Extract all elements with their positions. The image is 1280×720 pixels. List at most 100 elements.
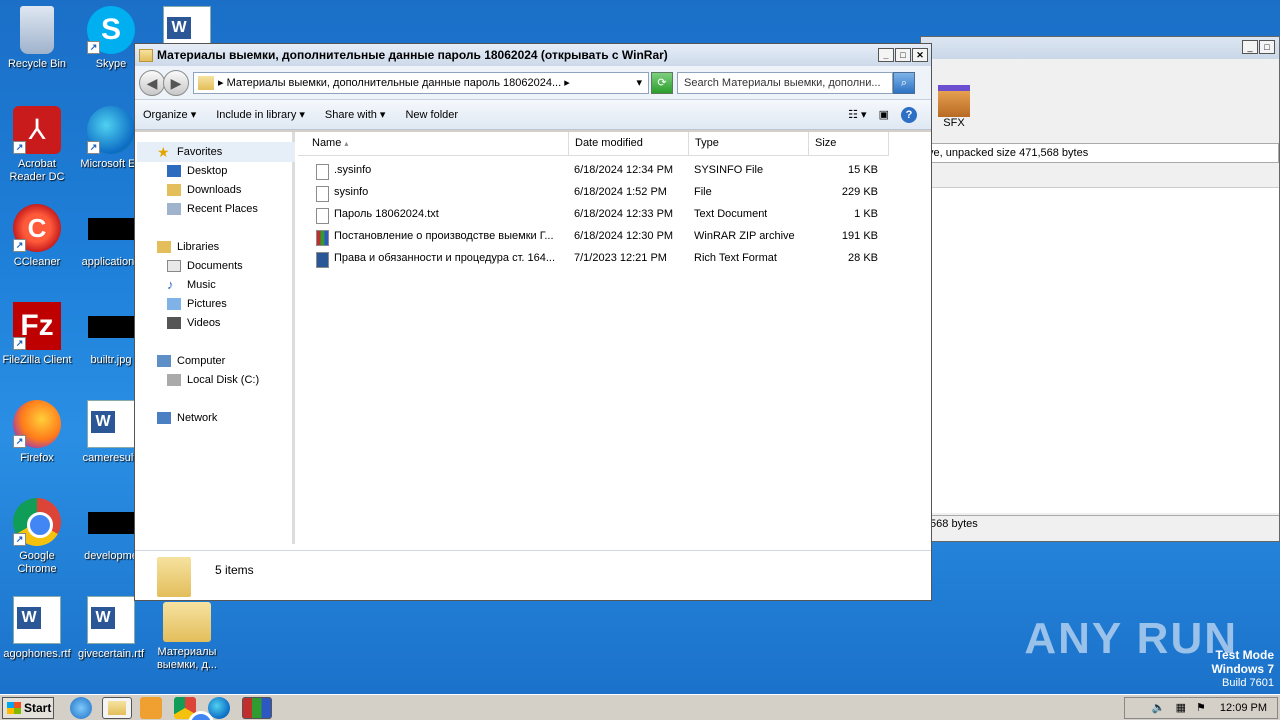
nav-recent-places[interactable]: Recent Places <box>167 201 258 217</box>
music-icon: ♪ <box>167 277 174 292</box>
desktop-icon-chrome[interactable]: ↗ Google Chrome <box>0 498 74 576</box>
window-title: Материалы выемки, дополнительные данные … <box>157 48 668 62</box>
nav-label: Pictures <box>187 298 227 310</box>
refresh-button[interactable]: ⟳ <box>651 71 673 94</box>
nav-downloads[interactable]: Downloads <box>167 182 241 198</box>
explorer-taskbar-button[interactable] <box>102 696 132 719</box>
back-button[interactable]: ◀ <box>139 69 165 96</box>
column-header-type[interactable]: Type <box>689 132 809 156</box>
network-tray-icon[interactable]: ▦ <box>1176 701 1186 714</box>
drive-icon <box>167 374 181 386</box>
file-date: 6/18/2024 1:52 PM <box>574 186 667 198</box>
explorer-titlebar[interactable]: Материалы выемки, дополнительные данные … <box>135 44 931 66</box>
change-view-icon[interactable]: ☷ ▾ <box>848 108 866 121</box>
nav-label: Desktop <box>187 165 228 177</box>
file-row[interactable]: Постановление о производстве выемки Г...… <box>298 226 931 248</box>
maximize-button[interactable]: □ <box>895 48 911 62</box>
nav-label: Recent Places <box>187 203 258 215</box>
search-input[interactable]: Search Материалы выемки, дополни... <box>677 71 893 94</box>
winrar-taskbar-icon[interactable] <box>242 696 272 719</box>
media-player-icon[interactable] <box>140 696 162 719</box>
desktop-icon-recycle-bin[interactable]: Recycle Bin <box>0 6 74 71</box>
organize-button[interactable]: Organize ▾ <box>143 108 196 121</box>
documents-icon <box>167 260 181 272</box>
speaker-icon[interactable]: 🔈 <box>1152 701 1166 714</box>
file-list[interactable]: Name ▴ Date modified Type Size .sysinfo … <box>298 132 931 544</box>
column-header-size[interactable]: Size <box>809 132 889 156</box>
edge-icon: ↗ <box>87 106 135 154</box>
file-type: SYSINFO File <box>694 164 764 176</box>
nav-favorites[interactable]: ★ Favorites <box>157 144 222 160</box>
file-row[interactable]: .sysinfo 6/18/2024 12:34 PM SYSINFO File… <box>298 160 931 182</box>
nav-local-disk[interactable]: Local Disk (C:) <box>167 372 259 388</box>
desktop-icon-filezilla[interactable]: Fz ↗ FileZilla Client <box>0 302 74 367</box>
maximize-icon[interactable]: □ <box>1259 40 1275 54</box>
navigation-pane[interactable]: ★ Favorites Desktop Downloads Recent Pla… <box>135 132 295 544</box>
nav-pictures[interactable]: Pictures <box>167 296 227 312</box>
build-label: Build 7601 <box>1222 677 1274 689</box>
command-bar: Organize ▾ Include in library ▾ Share wi… <box>135 100 931 130</box>
taskbar: Start 🔈 ▦ ⚑ 12:09 PM <box>0 694 1280 720</box>
minimize-button[interactable]: _ <box>878 48 894 62</box>
file-date: 6/18/2024 12:34 PM <box>574 164 674 176</box>
chevron-down-icon[interactable]: ▾ <box>636 76 642 89</box>
file-size: 229 KB <box>841 186 878 198</box>
file-row[interactable]: Права и обязанности и процедура ст. 164.… <box>298 248 931 270</box>
test-mode-label: Test Mode <box>1215 648 1274 662</box>
chrome-taskbar-icon[interactable] <box>174 696 214 720</box>
nav-label: Documents <box>187 260 243 272</box>
preview-pane-icon[interactable]: ▣ <box>879 108 889 121</box>
downloads-icon <box>167 184 181 196</box>
file-name: .sysinfo <box>334 164 372 176</box>
column-header-date[interactable]: Date modified <box>569 132 689 156</box>
flag-tray-icon[interactable]: ⚑ <box>1196 701 1206 714</box>
file-row[interactable]: Пароль 18062024.txt 6/18/2024 12:33 PM T… <box>298 204 931 226</box>
winrar-file-list[interactable] <box>921 187 1279 513</box>
nav-music[interactable]: ♪ Music <box>167 277 216 293</box>
close-button[interactable]: ✕ <box>912 48 928 62</box>
winrar-titlebar[interactable]: _ □ <box>921 37 1279 59</box>
file-name: sysinfo <box>334 186 369 198</box>
desktop-icon-firefox[interactable]: ↗ Firefox <box>0 400 74 465</box>
include-in-library-button[interactable]: Include in library ▾ <box>216 108 305 121</box>
file-row[interactable]: sysinfo 6/18/2024 1:52 PM File 229 KB <box>298 182 931 204</box>
file-type: WinRAR ZIP archive <box>694 230 795 242</box>
winrar-status-bar: ,568 bytes <box>921 515 1279 533</box>
file-size: 191 KB <box>841 230 878 242</box>
nav-desktop[interactable]: Desktop <box>167 163 227 179</box>
desktop-icon-acrobat[interactable]: ⅄ ↗ Acrobat Reader DC <box>0 106 74 184</box>
internet-explorer-icon[interactable] <box>70 696 92 719</box>
desktop-icon-ccleaner[interactable]: C ↗ CCleaner <box>0 204 74 269</box>
desktop-icon-label: Firefox <box>20 452 54 464</box>
start-button[interactable]: Start <box>2 696 54 719</box>
file-icon <box>316 186 329 202</box>
pictures-icon <box>167 298 181 310</box>
column-header-name[interactable]: Name ▴ <box>298 132 569 156</box>
address-bar[interactable]: ▸ Материалы выемки, дополнительные данны… <box>193 71 649 94</box>
folder-icon <box>157 557 191 597</box>
sfx-button[interactable]: SFX <box>935 85 973 129</box>
nav-computer[interactable]: Computer <box>157 353 225 369</box>
nav-documents[interactable]: Documents <box>167 258 243 274</box>
nav-videos[interactable]: Videos <box>167 315 220 331</box>
folder-icon <box>163 602 211 642</box>
new-folder-button[interactable]: New folder <box>405 109 458 121</box>
minimize-icon[interactable]: _ <box>1242 40 1258 54</box>
share-with-button[interactable]: Share with ▾ <box>325 108 386 121</box>
winrar-window[interactable]: _ □ SFX ve, unpacked size 471,568 bytes … <box>920 36 1280 542</box>
file-name: Постановление о производстве выемки Г... <box>334 230 554 242</box>
nav-libraries[interactable]: Libraries <box>157 239 219 255</box>
start-label: Start <box>24 700 52 715</box>
explorer-window[interactable]: Материалы выемки, дополнительные данные … <box>134 43 932 601</box>
help-icon[interactable]: ? <box>901 106 917 123</box>
forward-button[interactable]: ▶ <box>163 69 189 96</box>
desktop-icon-agophones[interactable]: agophones.rtf <box>0 596 74 661</box>
clock[interactable]: 12:09 PM <box>1220 702 1267 714</box>
file-name: Права и обязанности и процедура ст. 164.… <box>334 252 556 264</box>
desktop-icon-givecertain[interactable]: givecertain.rtf <box>74 596 148 661</box>
nav-network[interactable]: Network <box>157 410 217 426</box>
videos-icon <box>167 317 181 329</box>
desktop-icon-materials-folder[interactable]: Материалы выемки, д... <box>150 596 224 672</box>
chrome-icon: ↗ <box>13 498 61 546</box>
search-icon[interactable]: ⌕ <box>893 71 915 94</box>
